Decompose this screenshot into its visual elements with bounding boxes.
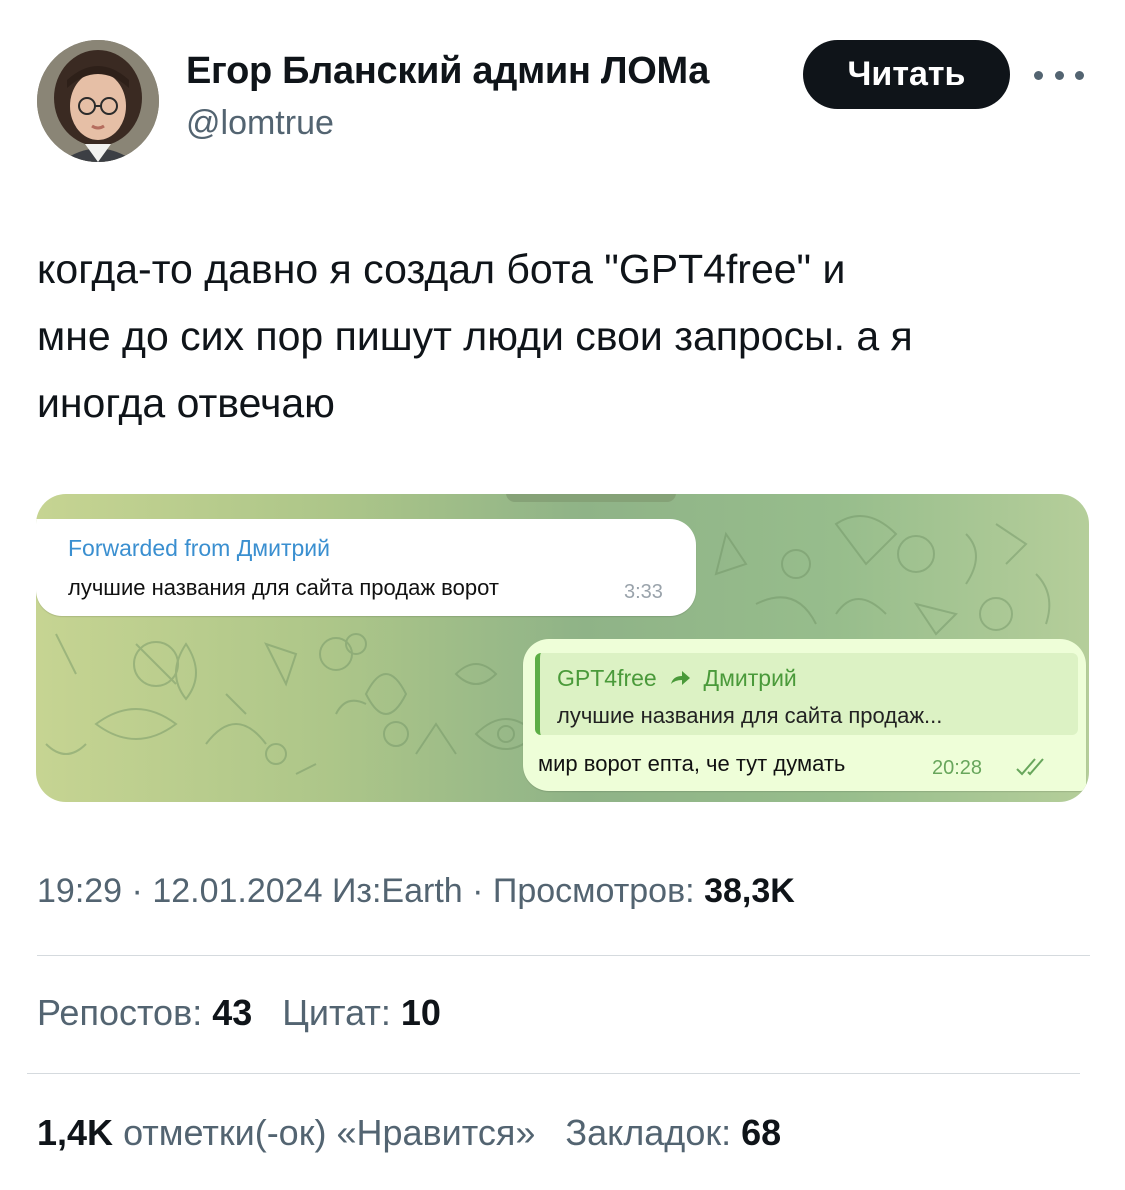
forward-arrow-icon [669, 665, 691, 692]
author-handle[interactable]: @lomtrue [186, 104, 334, 143]
tweet-line: мне до сих пор пишут люди свои запросы. … [37, 313, 913, 359]
reply-from: GPT4free [557, 665, 657, 691]
reply-quote-text: лучшие названия для сайта продаж... [557, 703, 943, 728]
stats-row: 1,4K отметки(-ок) «Нравится» Закладок: 6… [37, 1112, 781, 1154]
outgoing-message-time: 20:28 [932, 757, 983, 779]
tweet-meta: 19:29 · 12.01.2024 Из:Earth · Просмотров… [37, 872, 795, 910]
incoming-message-text: лучшие названия для сайта продаж ворот [68, 575, 499, 600]
divider [37, 955, 1090, 956]
reply-quote[interactable]: GPT4free Дмитрий лучшие названия для сай… [535, 653, 1078, 735]
tweet-text: когда-то давно я создал бота "GPT4free" … [37, 236, 1097, 437]
reposts-stat[interactable]: Репостов: 43 [37, 992, 252, 1033]
stats-row: Репостов: 43 Цитат: 10 [37, 992, 441, 1034]
views-label: Просмотров: [492, 872, 695, 910]
likes-stat[interactable]: 1,4K отметки(-ок) «Нравится» [37, 1112, 535, 1153]
reply-quote-title: GPT4free Дмитрий [557, 665, 797, 692]
incoming-message-time: 3:33 [624, 581, 663, 603]
tweet-media-image[interactable]: Forwarded from Дмитрий лучшие названия д… [36, 494, 1089, 802]
views-count: 38,3K [704, 872, 795, 910]
outgoing-message-text: мир ворот епта, че тут думать [538, 751, 846, 776]
tweet-time[interactable]: 19:29 [37, 872, 122, 910]
chat-header-edge [506, 494, 676, 502]
reply-to: Дмитрий [703, 665, 797, 691]
more-options-icon[interactable] [1034, 60, 1084, 90]
tweet-line: когда-то давно я создал бота "GPT4free" … [37, 246, 846, 292]
forwarded-from-label[interactable]: Forwarded from Дмитрий [68, 535, 330, 562]
author-avatar[interactable] [37, 40, 159, 162]
incoming-message-bubble[interactable]: Forwarded from Дмитрий лучшие названия д… [36, 519, 696, 616]
double-check-icon [1013, 755, 1053, 777]
outgoing-message-bubble[interactable]: GPT4free Дмитрий лучшие названия для сай… [523, 639, 1086, 791]
divider [27, 1073, 1080, 1074]
tweet-date[interactable]: 12.01.2024 [152, 872, 322, 910]
quotes-stat[interactable]: Цитат: 10 [282, 992, 441, 1033]
tweet-source: Из:Earth [331, 872, 463, 910]
tweet-line: иногда отвечаю [37, 380, 335, 426]
follow-button[interactable]: Читать [803, 40, 1010, 109]
author-name[interactable]: Егор Бланский админ ЛОМа [186, 50, 709, 93]
bookmarks-stat[interactable]: Закладок: 68 [565, 1112, 781, 1153]
